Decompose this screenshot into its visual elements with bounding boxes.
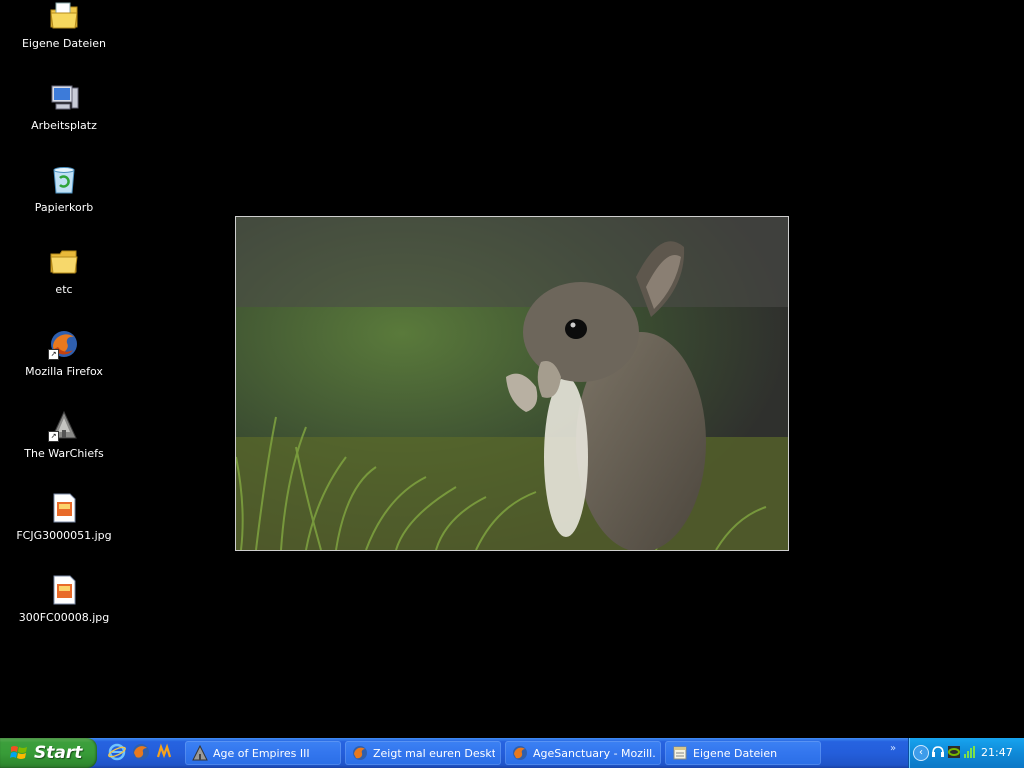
nvidia-icon[interactable] <box>947 745 961 759</box>
my-documents-folder-icon <box>48 0 80 32</box>
folder-icon <box>48 246 80 278</box>
explorer-window-icon <box>673 746 687 760</box>
firefox-icon: ↗ <box>48 328 80 360</box>
desktop-icon-warchiefs[interactable]: ↗ The WarChiefs <box>14 410 114 486</box>
firefox-icon <box>513 746 527 760</box>
desktop-icon-firefox[interactable]: ↗ Mozilla Firefox <box>14 328 114 404</box>
desktop-icon-jpg-file-2[interactable]: 300FC00008.jpg <box>14 574 114 650</box>
headset-icon[interactable] <box>931 745 945 759</box>
firefox-icon[interactable] <box>132 743 150 761</box>
taskbar-overflow-chevron-icon[interactable]: » <box>890 743 896 754</box>
taskbar-button-agesanctuary[interactable]: AgeSanctuary - Mozill... <box>505 741 661 765</box>
internet-explorer-icon[interactable] <box>108 743 126 761</box>
tray-expand-button[interactable]: ‹ <box>913 745 929 761</box>
windows-logo-icon <box>10 746 27 759</box>
desktop: Eigene Dateien Arbeitsplatz Papierkorb e… <box>0 0 1024 738</box>
taskbar-button-zeigt-mal[interactable]: Zeigt mal euren Deskt... <box>345 741 501 765</box>
desktop-icon-my-documents[interactable]: Eigene Dateien <box>14 0 114 76</box>
desktop-icon-label: 300FC00008.jpg <box>18 611 110 624</box>
desktop-icon-recycle-bin[interactable]: Papierkorb <box>14 164 114 240</box>
desktop-icon-label: Eigene Dateien <box>21 37 107 50</box>
shortcut-arrow-icon: ↗ <box>48 349 59 360</box>
shortcut-arrow-icon: ↗ <box>48 431 59 442</box>
start-label: Start <box>34 743 83 763</box>
desktop-icon-label: Arbeitsplatz <box>31 119 97 132</box>
desktop-icon-label: Papierkorb <box>34 201 94 214</box>
firefox-icon <box>353 746 367 760</box>
aoe3-icon <box>192 745 208 761</box>
desktop-icon-jpg-file-1[interactable]: FCJG3000051.jpg <box>14 492 114 568</box>
network-icon[interactable] <box>963 745 977 759</box>
my-computer-icon <box>48 82 80 114</box>
taskbar-button-age-of-empires[interactable]: Age of Empires III <box>185 741 341 765</box>
jpg-file-icon <box>48 574 80 606</box>
taskbar-button-label: Zeigt mal euren Deskt... <box>373 747 495 760</box>
desktop-icon-etc-folder[interactable]: etc <box>14 246 114 322</box>
warchiefs-game-icon: ↗ <box>48 410 80 442</box>
taskbar-button-label: Age of Empires III <box>213 747 310 760</box>
desktop-icon-label: Mozilla Firefox <box>25 365 103 378</box>
media-icon[interactable] <box>156 743 174 761</box>
taskbar-button-eigene-dateien[interactable]: Eigene Dateien <box>665 741 821 765</box>
taskbar-button-label: Eigene Dateien <box>693 747 778 760</box>
desktop-icon-label: The WarChiefs <box>24 447 104 460</box>
recycle-bin-icon <box>48 164 80 196</box>
taskbar: Start Age of Empires III Zeigt mal euren… <box>0 738 1024 768</box>
clock[interactable]: 21:47 <box>981 746 1013 759</box>
start-button[interactable]: Start <box>0 738 97 768</box>
taskbar-button-label: AgeSanctuary - Mozill... <box>533 747 655 760</box>
system-tray: ‹ 21:47 <box>908 738 1024 768</box>
wallpaper-rabbit-photo <box>235 216 789 551</box>
desktop-icon-label: etc <box>55 283 73 296</box>
desktop-icon-my-computer[interactable]: Arbeitsplatz <box>14 82 114 158</box>
quick-launch-bar <box>106 743 178 763</box>
jpg-file-icon <box>48 492 80 524</box>
desktop-icon-label: FCJG3000051.jpg <box>16 529 112 542</box>
